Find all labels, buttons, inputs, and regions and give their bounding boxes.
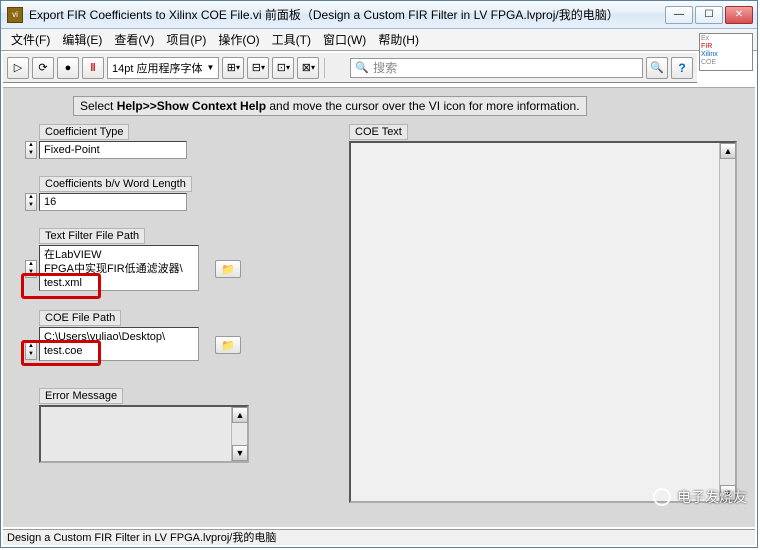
coe-path-spinner[interactable]: ▲▼ — [25, 342, 37, 360]
error-message-label: Error Message — [39, 388, 123, 404]
search-icon: 🔍 — [355, 61, 369, 74]
coe-text-label: COE Text — [349, 124, 408, 140]
coefficient-type-label: Coefficient Type — [39, 124, 129, 140]
maximize-button[interactable]: ☐ — [695, 6, 723, 24]
coe-file-path-label: COE File Path — [39, 310, 121, 326]
word-length-input[interactable]: 16 — [39, 193, 187, 211]
toolbar: ▷ ⟳ ● ‖ 14pt 应用程序字体 ▼ ⊞▾ ⊟▾ ⊡▾ ⊠▾ 🔍 搜索 🔍… — [3, 53, 697, 83]
word-length-label: Coefficients b/v Word Length — [39, 176, 192, 192]
text-filter-path-input[interactable]: 在LabVIEW FPGA中实现FIR低通滤波器\ test.xml — [39, 245, 199, 291]
error-message-output: ▲ ▼ — [39, 405, 249, 463]
coefficient-type-spinner[interactable]: ▲▼ — [25, 141, 37, 159]
titlebar: vi Export FIR Coefficients to Xilinx COE… — [1, 1, 757, 29]
menu-help[interactable]: 帮助(H) — [372, 29, 425, 50]
main-window: vi Export FIR Coefficients to Xilinx COE… — [0, 0, 758, 548]
context-help-banner: Select Help>>Show Context Help and move … — [73, 96, 587, 116]
menu-project[interactable]: 项目(P) — [160, 29, 212, 50]
text-path-browse-button[interactable]: 📁 — [215, 260, 241, 278]
watermark: 电子发烧友 — [653, 487, 747, 507]
window-controls: — ☐ ✕ — [665, 6, 753, 24]
scroll-up-icon[interactable]: ▲ — [232, 407, 248, 423]
pause-button[interactable]: ‖ — [82, 57, 104, 79]
abort-button[interactable]: ● — [57, 57, 79, 79]
coe-text-output: ▲ ▼ — [349, 141, 737, 503]
text-path-spinner[interactable]: ▲▼ — [25, 260, 37, 278]
coe-text-scrollbar[interactable]: ▲ ▼ — [719, 143, 735, 501]
coefficient-type-input[interactable]: Fixed-Point — [39, 141, 187, 159]
menu-tools[interactable]: 工具(T) — [266, 29, 317, 50]
font-selector[interactable]: 14pt 应用程序字体 ▼ — [107, 57, 219, 79]
error-scrollbar[interactable]: ▲ ▼ — [231, 407, 247, 461]
toolbar-divider — [324, 58, 325, 78]
window-title: Export FIR Coefficients to Xilinx COE Fi… — [29, 6, 665, 23]
align-button[interactable]: ⊞▾ — [222, 57, 244, 79]
app-icon: vi — [7, 7, 23, 23]
run-button[interactable]: ▷ — [7, 57, 29, 79]
minimize-button[interactable]: — — [665, 6, 693, 24]
vi-icon[interactable]: Ex FIR Xilinx COE — [699, 33, 753, 71]
menu-file[interactable]: 文件(F) — [5, 29, 56, 50]
menu-edit[interactable]: 编辑(E) — [56, 29, 108, 50]
scroll-up-icon[interactable]: ▲ — [720, 143, 736, 159]
scroll-down-icon[interactable]: ▼ — [232, 445, 248, 461]
menu-view[interactable]: 查看(V) — [108, 29, 160, 50]
help-button[interactable]: ? — [671, 57, 693, 79]
close-button[interactable]: ✕ — [725, 6, 753, 24]
watermark-logo-icon — [653, 488, 671, 506]
search-placeholder: 搜索 — [373, 59, 397, 76]
chevron-down-icon: ▼ — [206, 63, 214, 72]
run-continuous-button[interactable]: ⟳ — [32, 57, 54, 79]
search-box[interactable]: 🔍 搜索 — [350, 58, 643, 78]
text-filter-path-label: Text Filter File Path — [39, 228, 145, 244]
word-length-spinner[interactable]: ▲▼ — [25, 193, 37, 211]
menu-window[interactable]: 窗口(W) — [317, 29, 372, 50]
statusbar: Design a Custom FIR Filter in LV FPGA.lv… — [3, 529, 755, 545]
coe-path-browse-button[interactable]: 📁 — [215, 336, 241, 354]
resize-button[interactable]: ⊡▾ — [272, 57, 294, 79]
reorder-button[interactable]: ⊠▾ — [297, 57, 319, 79]
menubar: 文件(F) 编辑(E) 查看(V) 项目(P) 操作(O) 工具(T) 窗口(W… — [1, 29, 757, 51]
coe-file-path-input[interactable]: C:\Users\yuliao\Desktop\ test.coe — [39, 327, 199, 361]
search-button[interactable]: 🔍 — [646, 57, 668, 79]
distribute-button[interactable]: ⊟▾ — [247, 57, 269, 79]
menu-operate[interactable]: 操作(O) — [212, 29, 265, 50]
font-label: 14pt 应用程序字体 — [112, 60, 202, 76]
front-panel: Select Help>>Show Context Help and move … — [3, 87, 755, 527]
